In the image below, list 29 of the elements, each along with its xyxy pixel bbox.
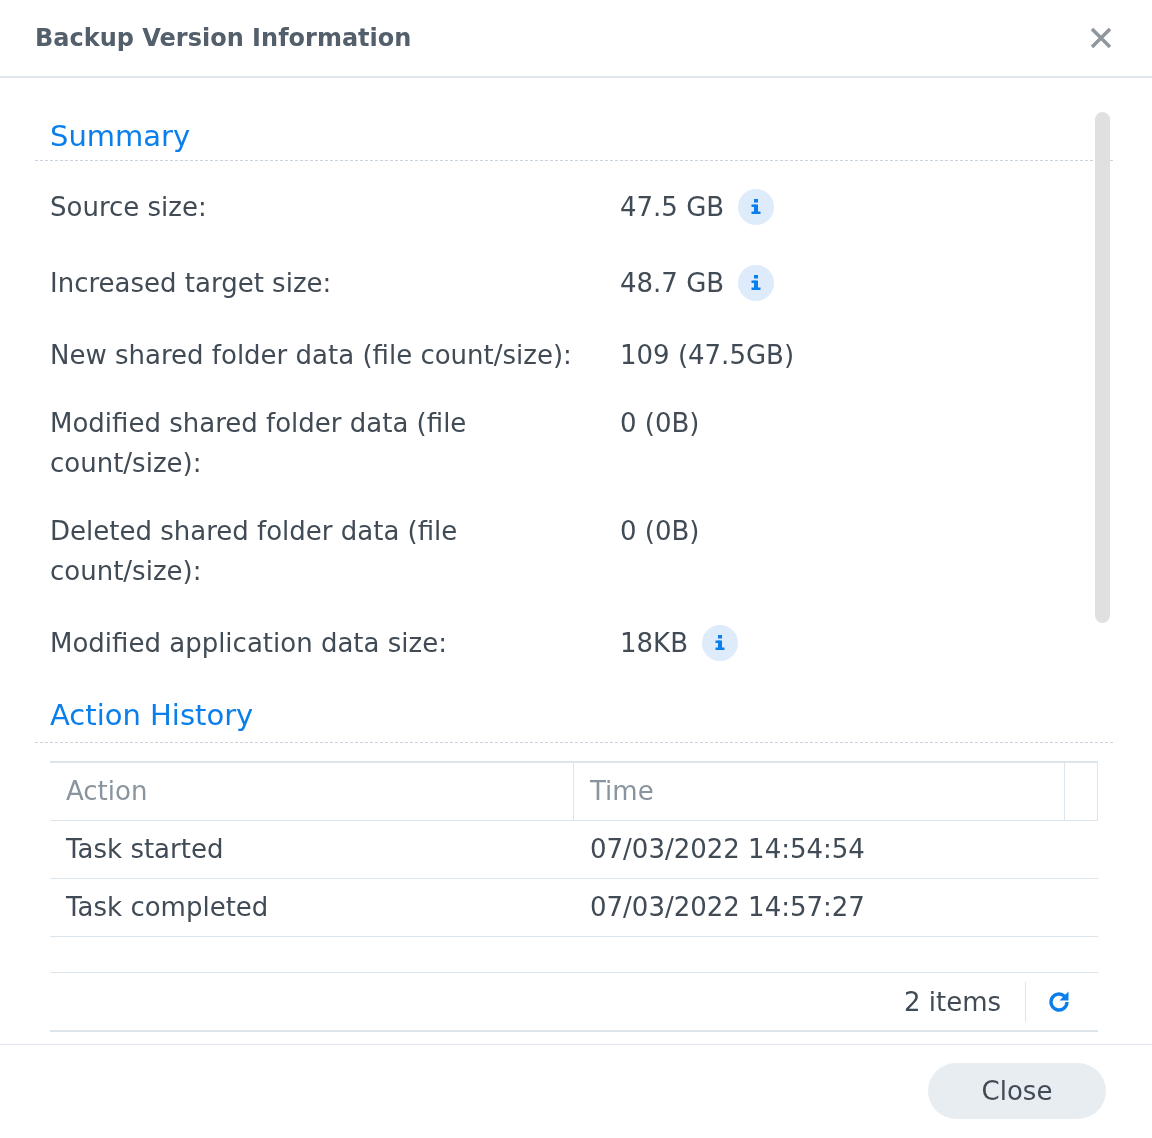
- info-icon[interactable]: [702, 625, 738, 661]
- item-count: 2 items: [903, 986, 1001, 1017]
- field-label: Modified application data size:: [50, 627, 448, 660]
- close-icon: [1090, 27, 1112, 49]
- field-value: 0 (0B): [620, 407, 700, 440]
- field-value: 47.5 GB: [620, 191, 725, 224]
- dialog-title: Backup Version Information: [35, 24, 412, 52]
- field-label: Source size:: [50, 191, 208, 224]
- field-value: 48.7 GB: [620, 267, 725, 300]
- field-label: Modified shared folder data (file count/size):: [50, 407, 468, 480]
- field-label: Increased target size:: [50, 267, 333, 300]
- info-icon[interactable]: [738, 265, 775, 301]
- column-header[interactable]: Action: [50, 763, 574, 820]
- table-cell-text: Task completed: [65, 891, 270, 924]
- close-button[interactable]: [1090, 27, 1112, 49]
- table-cell-text: 07/03/2022 14:57:27: [589, 891, 866, 924]
- scrollbar-thumb[interactable]: [1095, 112, 1110, 623]
- table-cell-text: Task started: [65, 833, 225, 866]
- info-icon[interactable]: [738, 189, 775, 225]
- field-label: Deleted shared folder data (file count/size):: [50, 515, 459, 588]
- field-value: 18KB: [620, 627, 688, 660]
- column-header[interactable]: Time: [574, 763, 1065, 820]
- section-heading: Summary: [50, 118, 191, 155]
- table-cell-text: 07/03/2022 14:54:54: [589, 833, 866, 866]
- close-dialog-button[interactable]: Close: [928, 1063, 1106, 1119]
- section-heading: Action History: [50, 697, 254, 734]
- field-label: New shared folder data (file count/size):: [50, 339, 573, 372]
- field-value: 0 (0B): [620, 515, 700, 548]
- field-value: 109 (47.5GB): [620, 339, 795, 372]
